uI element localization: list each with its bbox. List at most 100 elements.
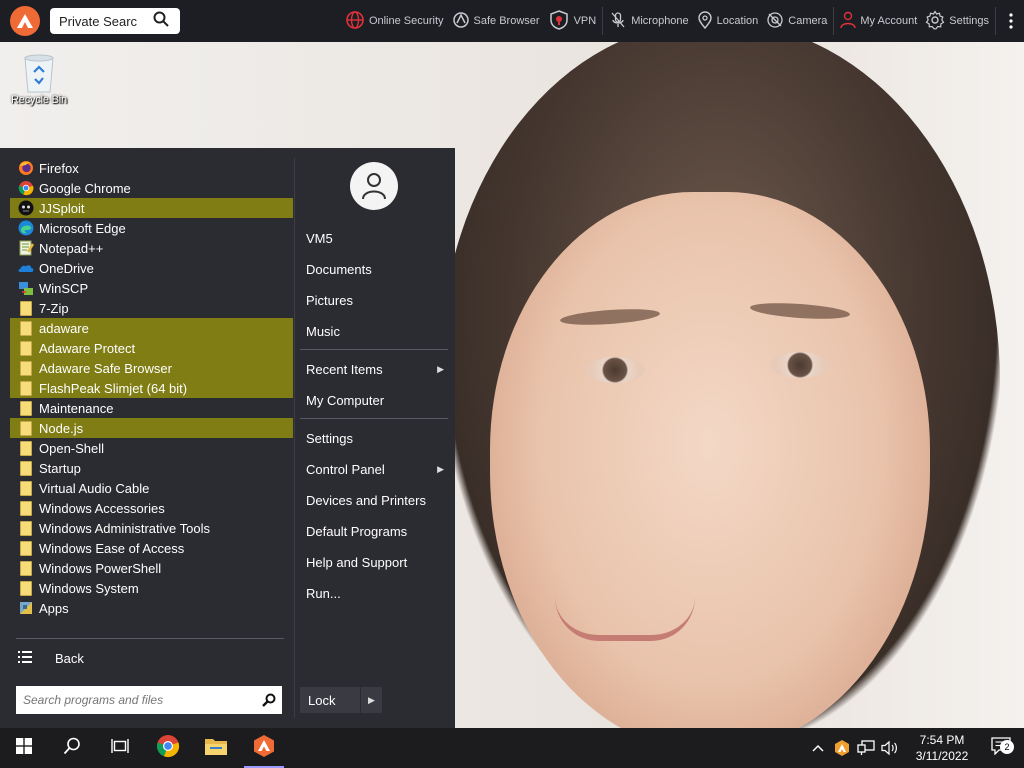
places-item-default-programs[interactable]: Default Programs [300, 520, 448, 542]
program-item[interactable]: Firefox [10, 158, 293, 178]
folder-icon [18, 520, 34, 536]
program-item[interactable]: Adaware Protect [10, 338, 293, 358]
program-item[interactable]: Node.js [10, 418, 293, 438]
places-item-settings[interactable]: Settings [300, 427, 448, 449]
chevron-up-icon[interactable] [806, 744, 830, 752]
places-item-help-and-support[interactable]: Help and Support [300, 551, 448, 573]
location-button[interactable]: Location [693, 10, 763, 32]
program-item-label: JJSploit [39, 200, 85, 216]
program-item[interactable]: FlashPeak Slimjet (64 bit) [10, 378, 293, 398]
adaware-logo-icon[interactable] [10, 6, 40, 36]
folder-icon [18, 440, 34, 456]
program-item[interactable]: Apps [10, 598, 293, 618]
program-item-label: FlashPeak Slimjet (64 bit) [39, 380, 188, 396]
program-item-label: Google Chrome [39, 180, 131, 196]
notification-count-badge: 2 [1000, 739, 1014, 754]
adaware-taskbar-button[interactable] [240, 728, 288, 768]
firefox-icon [18, 160, 34, 176]
places-item-control-panel[interactable]: Control Panel ▶ [300, 458, 448, 480]
back-button[interactable]: Back [18, 648, 84, 668]
clock-time: 7:54 PM [919, 733, 965, 747]
program-item[interactable]: Virtual Audio Cable [10, 478, 293, 498]
program-item[interactable]: Windows PowerShell [10, 558, 293, 578]
program-item[interactable]: 7-Zip [10, 298, 293, 318]
places-item-my-computer[interactable]: My Computer [300, 389, 448, 411]
places-item-recent-items[interactable]: Recent Items ▶ [300, 358, 448, 380]
places-item-vm5[interactable]: VM5 [300, 227, 448, 249]
action-center-button[interactable]: 2 [978, 736, 1024, 760]
program-item[interactable]: adaware [10, 318, 293, 338]
desktop-icon-recycle-bin[interactable]: Recycle Bin [8, 50, 70, 106]
adaware-tray-icon[interactable] [830, 739, 854, 757]
search-button[interactable] [48, 728, 96, 768]
clock-date: 3/11/2022 [915, 749, 969, 763]
places-divider [300, 349, 448, 350]
program-item[interactable]: Google Chrome [10, 178, 293, 198]
folder-icon [18, 420, 34, 436]
program-item-label: Startup [39, 460, 81, 476]
places-item-run[interactable]: Run... [300, 582, 448, 604]
recycle-bin-label: Recycle Bin [11, 94, 67, 106]
program-item-label: Virtual Audio Cable [39, 480, 150, 496]
search-icon[interactable] [256, 693, 282, 707]
search-icon[interactable] [153, 11, 169, 32]
toolbar-separator [602, 7, 604, 35]
folder-icon [18, 500, 34, 516]
task-view-icon [111, 738, 129, 759]
program-item[interactable]: WinSCP [10, 278, 293, 298]
back-label: Back [55, 650, 84, 666]
program-search-box[interactable] [16, 686, 282, 714]
network-icon[interactable] [854, 740, 878, 756]
program-item[interactable]: JJSploit [10, 198, 293, 218]
chrome-taskbar-button[interactable] [144, 728, 192, 768]
program-item[interactable]: Microsoft Edge [10, 218, 293, 238]
user-avatar[interactable] [350, 162, 398, 210]
settings-button[interactable]: Settings [921, 9, 993, 33]
microphone-label: Microphone [631, 15, 689, 27]
program-item[interactable]: Windows Accessories [10, 498, 293, 518]
safe-browser-icon [452, 11, 470, 32]
camera-label: Camera [788, 15, 828, 27]
private-search-box[interactable] [50, 8, 180, 34]
volume-icon[interactable] [878, 740, 902, 756]
program-item[interactable]: OneDrive [10, 258, 293, 278]
recycle-bin-icon [21, 50, 57, 94]
vpn-button[interactable]: VPN [544, 9, 601, 34]
private-search-input[interactable] [59, 13, 147, 29]
program-item[interactable]: Adaware Safe Browser [10, 358, 293, 378]
program-item-label: Windows System [39, 580, 139, 596]
program-item[interactable]: Notepad++ [10, 238, 293, 258]
microphone-button[interactable]: Microphone [605, 11, 692, 32]
lock-label: Lock [308, 692, 336, 708]
places-item-devices-and-printers[interactable]: Devices and Printers [300, 489, 448, 511]
lock-button[interactable]: Lock ▶ [300, 687, 382, 713]
more-options-icon[interactable] [998, 12, 1024, 30]
program-item[interactable]: Open-Shell [10, 438, 293, 458]
program-item[interactable]: Windows System [10, 578, 293, 598]
program-item[interactable]: Windows Ease of Access [10, 538, 293, 558]
online-security-button[interactable]: Online Security [341, 10, 448, 33]
file-explorer-button[interactable] [192, 728, 240, 768]
program-item[interactable]: Maintenance [10, 398, 293, 418]
places-item-label: Pictures [306, 292, 353, 308]
program-item-label: OneDrive [39, 260, 94, 276]
start-button[interactable] [0, 728, 48, 768]
lock-options-arrow-icon[interactable]: ▶ [360, 687, 382, 713]
safe-browser-button[interactable]: Safe Browser [448, 11, 544, 32]
program-item-label: Node.js [39, 420, 84, 436]
program-item[interactable]: Windows Administrative Tools [10, 518, 293, 538]
my-account-button[interactable]: My Account [836, 11, 921, 32]
program-item-label: Firefox [39, 160, 79, 176]
places-item-pictures[interactable]: Pictures [300, 289, 448, 311]
places-item-label: Devices and Printers [306, 492, 426, 508]
task-view-button[interactable] [96, 728, 144, 768]
program-item[interactable]: Startup [10, 458, 293, 478]
places-item-label: Documents [306, 261, 372, 277]
online-security-label: Online Security [368, 15, 444, 27]
program-search-input[interactable] [16, 693, 256, 707]
places-item-music[interactable]: Music [300, 320, 448, 342]
taskbar-clock[interactable]: 7:54 PM 3/11/2022 [906, 732, 978, 764]
places-item-documents[interactable]: Documents [300, 258, 448, 280]
my-account-label: My Account [860, 15, 918, 27]
camera-button[interactable]: Camera [762, 11, 831, 32]
